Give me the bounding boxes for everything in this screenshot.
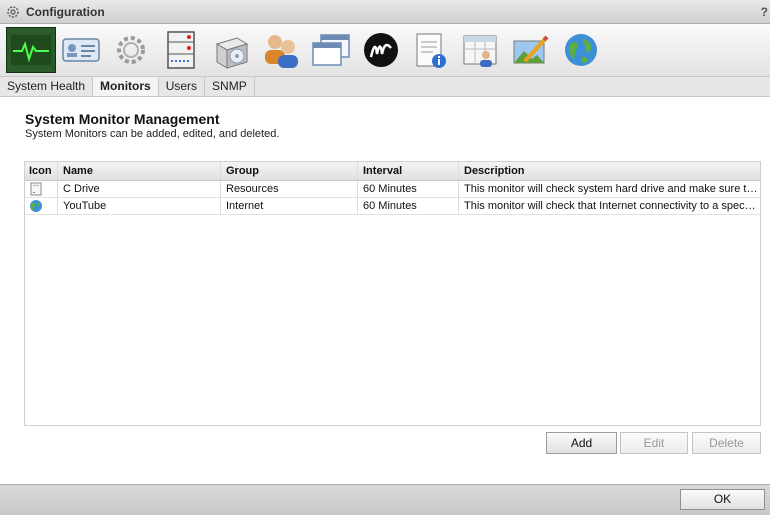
- column-header-icon[interactable]: Icon: [25, 162, 58, 180]
- calendar-user-icon: [463, 35, 497, 67]
- calendar-tool-button[interactable]: [456, 27, 506, 73]
- row-interval: 60 Minutes: [358, 181, 459, 197]
- installer-tool-button[interactable]: [206, 27, 256, 73]
- notes-tool-button[interactable]: [406, 27, 456, 73]
- windows-icon: [312, 34, 350, 66]
- globe-icon: [30, 200, 42, 212]
- installer-box-icon: [215, 37, 249, 69]
- add-button[interactable]: Add: [546, 432, 617, 454]
- brand-logo-icon: [364, 33, 398, 67]
- tab-users[interactable]: Users: [159, 77, 206, 96]
- column-header-name[interactable]: Name: [58, 162, 221, 180]
- row-description: This monitor will check system hard driv…: [464, 183, 758, 195]
- edit-button[interactable]: Edit: [620, 432, 688, 454]
- monitors-table: Icon Name Group Interval Description C D…: [24, 161, 761, 426]
- globe-tool-button[interactable]: [556, 27, 606, 73]
- landscape-pencil-icon: [513, 35, 549, 64]
- row-group: Resources: [221, 181, 358, 197]
- gear-icon: [5, 4, 21, 20]
- column-header-interval[interactable]: Interval: [358, 162, 459, 180]
- row-description: This monitor will check that Internet co…: [464, 200, 758, 212]
- system-health-tool-button[interactable]: [6, 27, 56, 73]
- tab-snmp[interactable]: SNMP: [205, 77, 255, 96]
- row-name: C Drive: [58, 181, 221, 197]
- column-header-description[interactable]: Description: [459, 162, 760, 180]
- system-health-icon: [11, 35, 51, 65]
- id-card-tool-button[interactable]: [56, 27, 106, 73]
- windows-tool-button[interactable]: [306, 27, 356, 73]
- notepad-info-icon: [416, 33, 446, 68]
- tab-monitors[interactable]: Monitors: [93, 77, 159, 96]
- server-tool-button[interactable]: [156, 27, 206, 73]
- icon-toolbar: [0, 24, 770, 77]
- drive-icon: [30, 182, 42, 196]
- globe-icon: [565, 34, 597, 66]
- users-tool-button[interactable]: [256, 27, 306, 73]
- row-name: YouTube: [58, 198, 221, 214]
- delete-button[interactable]: Delete: [692, 432, 761, 454]
- row-group: Internet: [221, 198, 358, 214]
- help-button[interactable]: ?: [761, 5, 768, 19]
- gear-icon: [117, 36, 145, 64]
- picture-tool-button[interactable]: [506, 27, 556, 73]
- brand-tool-button[interactable]: [356, 27, 406, 73]
- id-card-icon: [62, 38, 100, 62]
- title-bar: Configuration ?: [0, 0, 770, 24]
- page-subtitle: System Monitors can be added, edited, an…: [25, 128, 280, 140]
- table-row[interactable]: YouTube Internet 60 Minutes This monitor…: [25, 198, 760, 215]
- server-panel-icon: [167, 31, 195, 69]
- settings-tool-button[interactable]: [106, 27, 156, 73]
- page-title: System Monitor Management: [25, 111, 220, 127]
- table-row[interactable]: C Drive Resources 60 Minutes This monito…: [25, 181, 760, 198]
- tab-bar: System Health Monitors Users SNMP: [0, 77, 770, 97]
- table-header: Icon Name Group Interval Description: [25, 162, 760, 181]
- users-icon: [265, 35, 298, 68]
- row-interval: 60 Minutes: [358, 198, 459, 214]
- window-title: Configuration: [26, 4, 105, 19]
- ok-button[interactable]: OK: [680, 489, 765, 510]
- tab-system-health[interactable]: System Health: [0, 77, 94, 96]
- column-header-group[interactable]: Group: [221, 162, 358, 180]
- footer-bar: [0, 484, 770, 515]
